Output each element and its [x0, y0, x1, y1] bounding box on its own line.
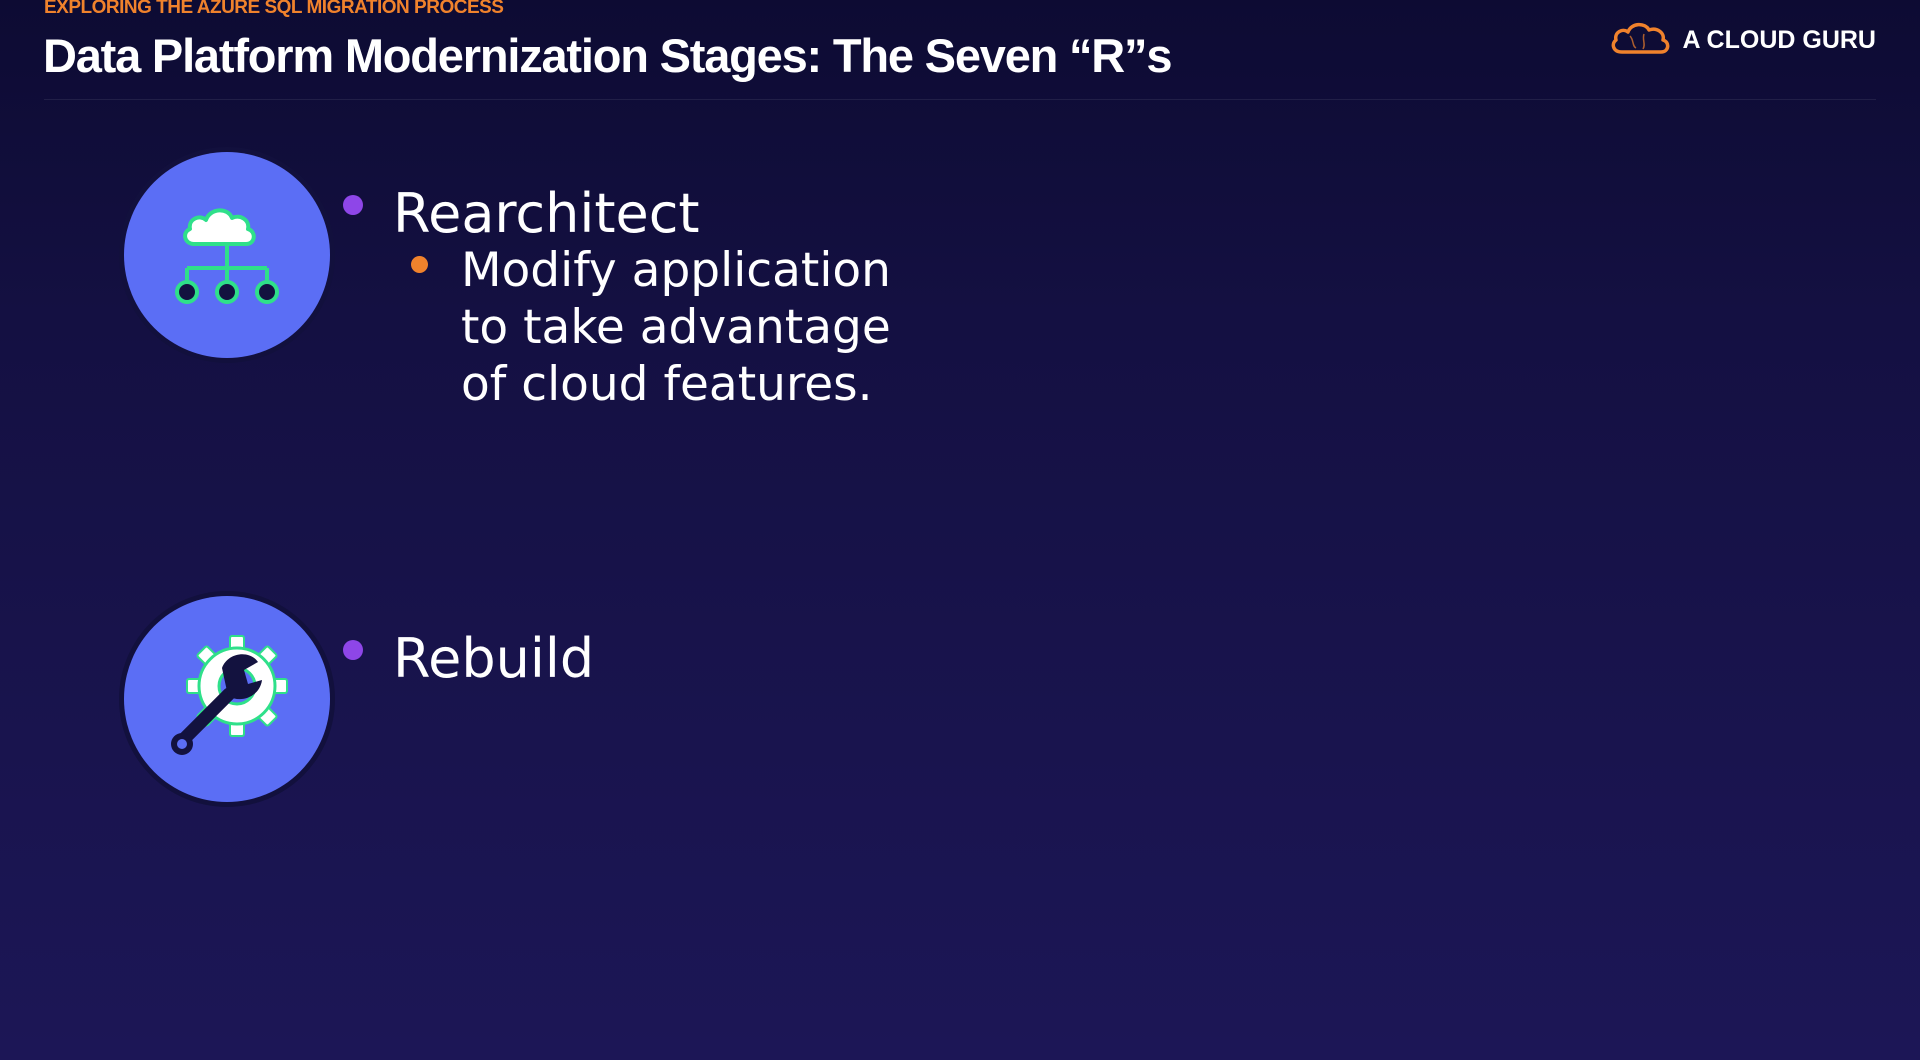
- stage-title: Rebuild: [393, 627, 595, 690]
- section-label: EXPLORING THE AZURE SQL MIGRATION PROCES…: [44, 0, 504, 18]
- stage-description: Modify application to take advantage of …: [461, 243, 891, 412]
- brand-logo: A CLOUD GURU: [1608, 18, 1876, 62]
- stage-icon-circle: [124, 596, 330, 802]
- page-title: Data Platform Modernization Stages: The …: [43, 29, 1172, 82]
- stage-bullet: [343, 195, 363, 215]
- sub-bullet: [411, 256, 428, 273]
- stage-title: Rearchitect: [393, 182, 700, 245]
- cloud-logo-icon: [1608, 18, 1672, 62]
- brand-name: A CLOUD GURU: [1682, 25, 1876, 54]
- stage-icon-circle: [124, 152, 330, 358]
- header-divider: [44, 99, 1876, 100]
- stage-bullet: [343, 640, 363, 660]
